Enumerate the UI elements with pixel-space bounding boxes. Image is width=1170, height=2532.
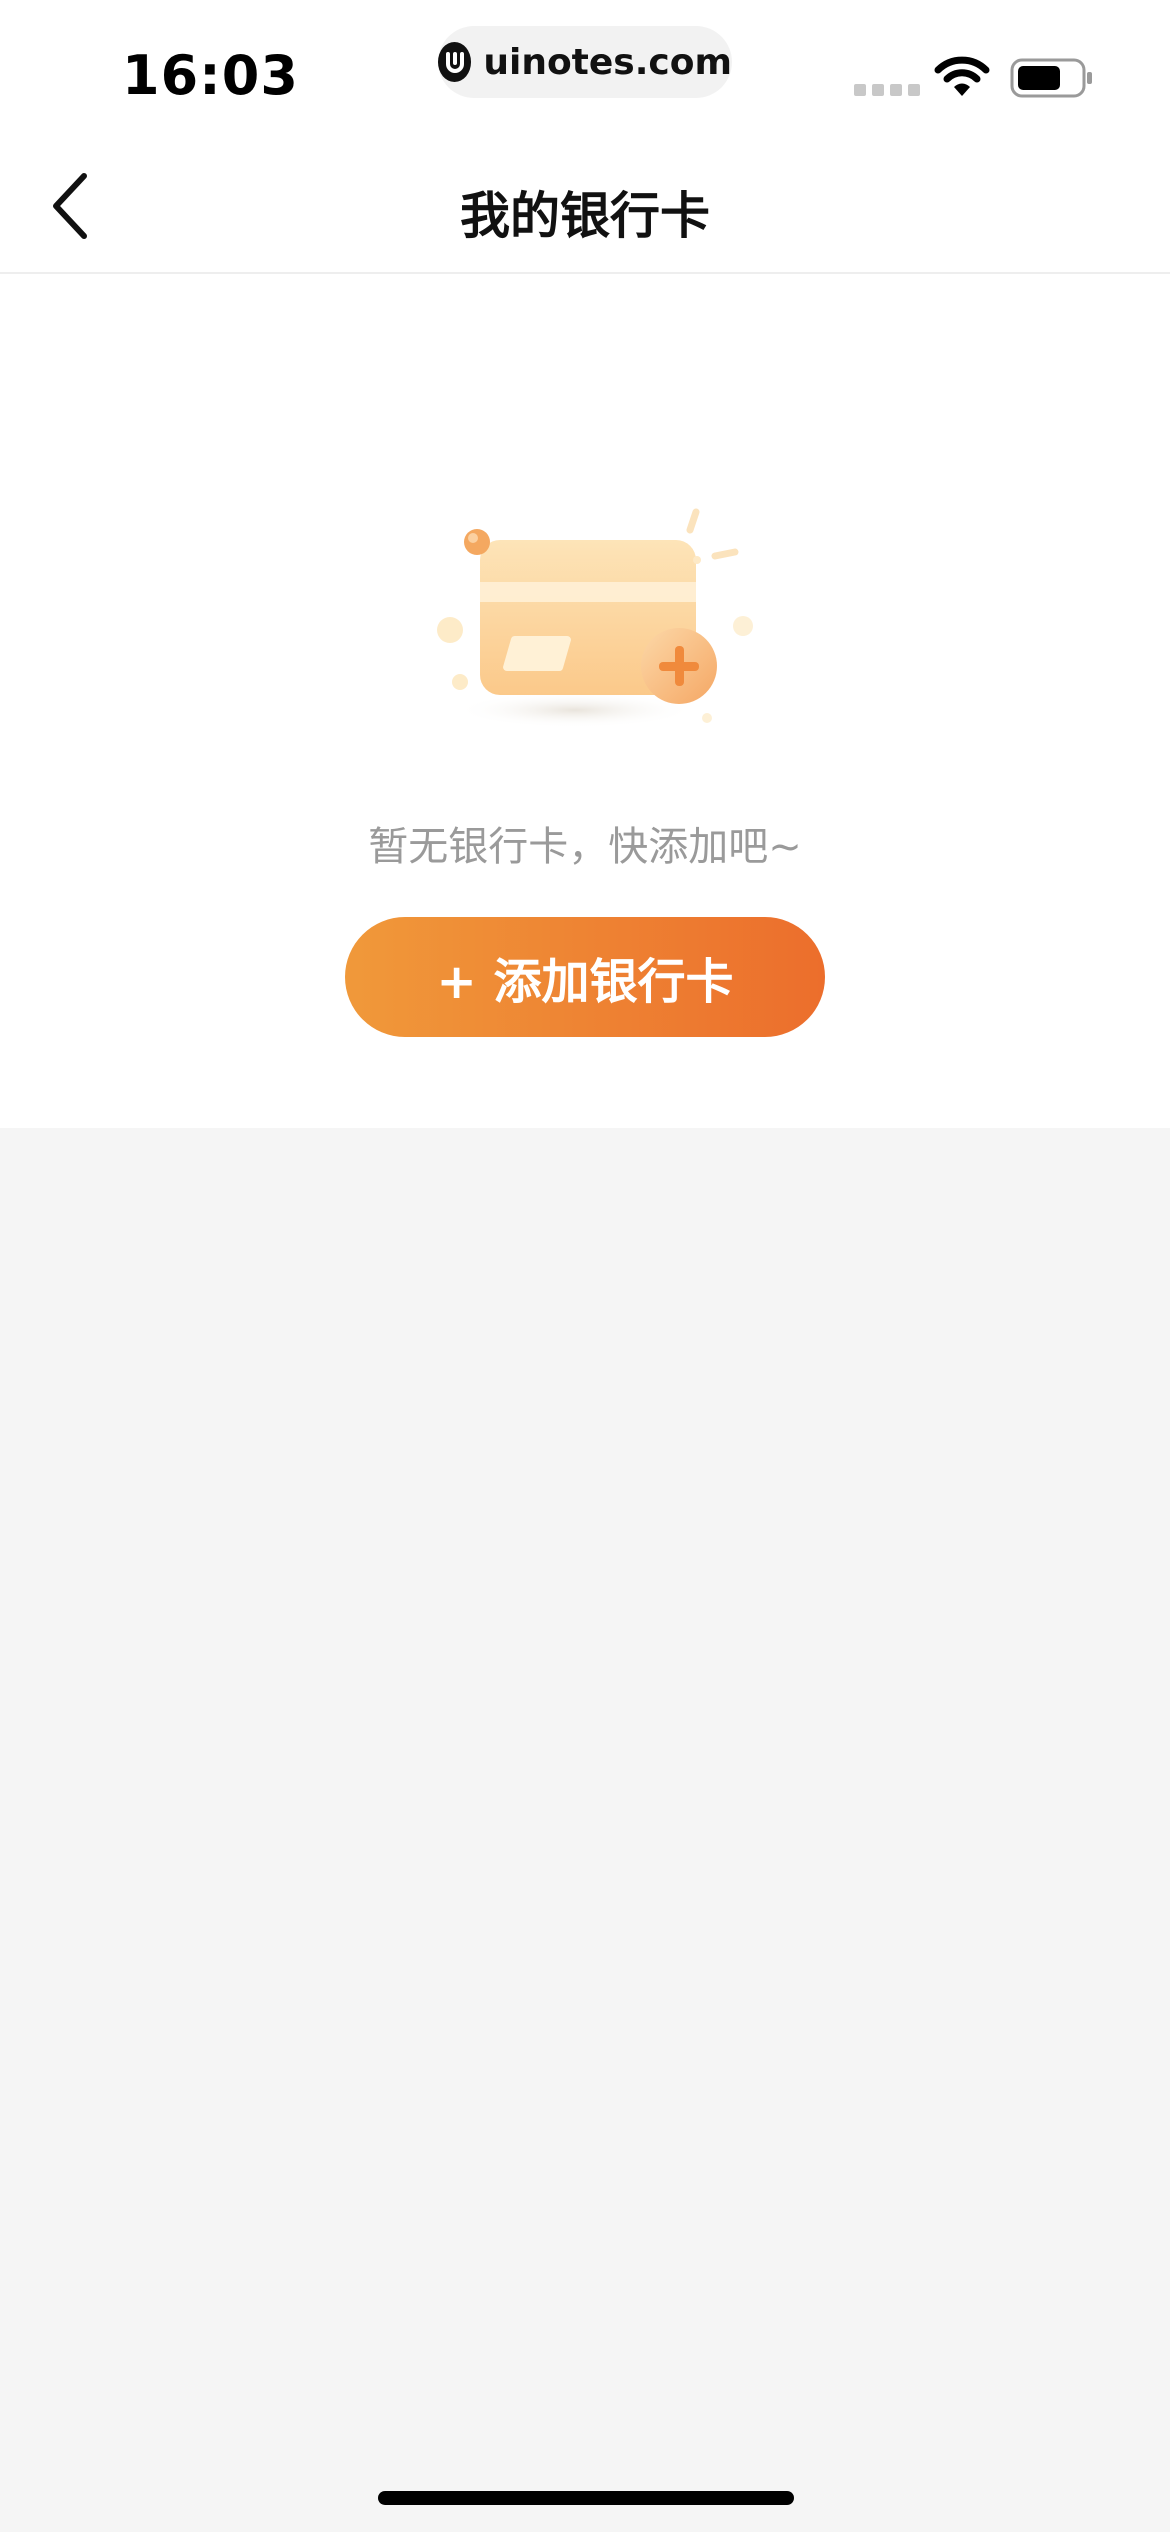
- page-title: 我的银行卡: [460, 187, 710, 245]
- empty-message: 暂无银行卡，快添加吧~: [368, 824, 802, 870]
- wifi-icon: [934, 56, 990, 102]
- nav-bar: 我的银行卡: [0, 140, 1170, 274]
- status-bar: 16:03 uinotes.com: [0, 0, 1170, 140]
- status-time: 16:03: [122, 44, 299, 107]
- bank-card-add-illustration: [425, 490, 765, 750]
- add-bank-card-button[interactable]: + 添加银行卡: [345, 917, 825, 1037]
- site-logo-icon: [438, 42, 472, 82]
- home-indicator[interactable]: [378, 2491, 794, 2505]
- url-pill[interactable]: uinotes.com: [438, 26, 732, 98]
- empty-state: 暂无银行卡，快添加吧~ + 添加银行卡: [0, 274, 1170, 1128]
- url-text: uinotes.com: [483, 41, 732, 83]
- cellular-signal-icon: [854, 84, 920, 96]
- battery-icon: [1010, 58, 1094, 102]
